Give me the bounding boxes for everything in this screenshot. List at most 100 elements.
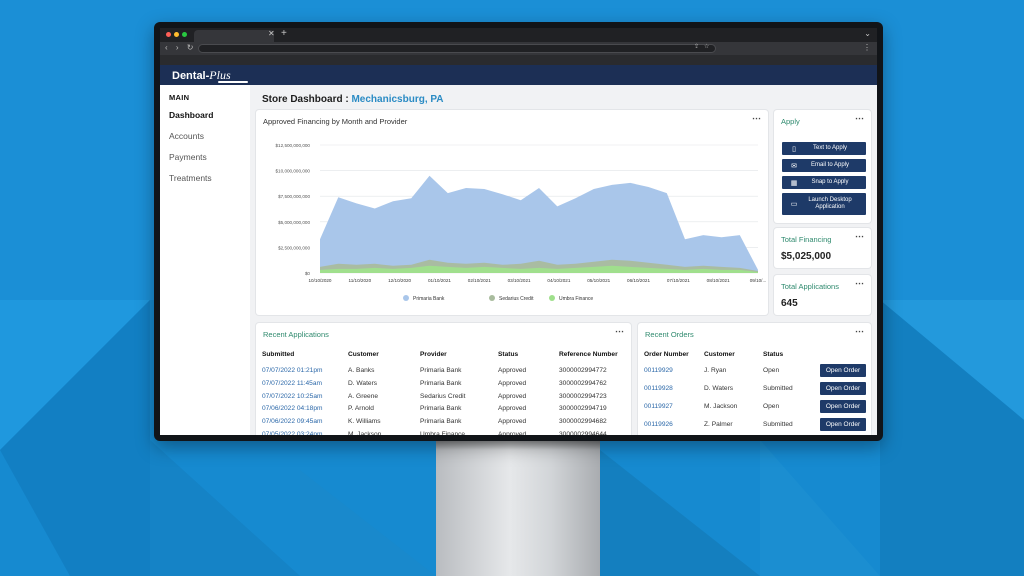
provider-cell: Primaria Bank bbox=[420, 379, 462, 387]
order-customer-cell: M. Jackson bbox=[704, 403, 738, 410]
submitted-cell[interactable]: 07/06/2022 09:45am bbox=[262, 418, 323, 425]
status-cell: Approved bbox=[498, 431, 527, 435]
x-tick-label: 01/10/2021 bbox=[428, 278, 451, 283]
column-header-provider[interactable]: Provider bbox=[420, 351, 447, 358]
sidebar-item-accounts[interactable]: Accounts bbox=[169, 131, 204, 141]
legend-label[interactable]: Primaria Bank bbox=[413, 296, 445, 302]
open-order-button[interactable]: Open Order bbox=[820, 418, 866, 431]
apply-title: Apply bbox=[781, 117, 800, 126]
status-cell: Approved bbox=[498, 418, 527, 426]
address-bar[interactable] bbox=[198, 44, 716, 53]
launch-desktop-line2: Application bbox=[815, 204, 845, 210]
open-order-button[interactable]: Open Order bbox=[820, 364, 866, 377]
recent-orders-more-icon[interactable]: ⋯ bbox=[855, 326, 864, 337]
sidebar-item-dashboard[interactable]: Dashboard bbox=[169, 110, 213, 120]
y-tick-label: $0 bbox=[305, 271, 311, 276]
submitted-cell[interactable]: 07/07/2022 01:21pm bbox=[262, 367, 323, 374]
legend-swatch[interactable] bbox=[549, 295, 555, 301]
launch-desktop-label: Launch Desktop Application bbox=[800, 197, 866, 211]
provider-cell: Sedarius Credit bbox=[420, 392, 466, 400]
sidebar-item-treatments[interactable]: Treatments bbox=[169, 173, 212, 183]
navigation-icons[interactable]: ‹ › ↻ bbox=[165, 43, 196, 52]
area-chart: $12,500,000,000 $10,000,000,000 $7,500,000… bbox=[276, 143, 767, 302]
x-tick-label: 03/10/2021 bbox=[508, 278, 531, 283]
provider-cell: Umbra Finance bbox=[420, 431, 466, 435]
tab-close-icon[interactable]: ✕ bbox=[268, 29, 275, 38]
bookmark-icons[interactable]: ⇪☆ bbox=[694, 43, 714, 50]
submitted-cell[interactable]: 07/07/2022 11:45am bbox=[262, 380, 322, 387]
series-area-primaria-bank[interactable] bbox=[320, 175, 758, 273]
tab-search-icon[interactable]: ⌄ bbox=[864, 29, 871, 38]
maximize-dot-icon[interactable] bbox=[182, 32, 187, 37]
total-financing-card: Total Financing ⋯ $5,025,000 bbox=[774, 228, 871, 268]
browser-tab[interactable] bbox=[194, 30, 274, 42]
reference-number-cell: 3000002994682 bbox=[559, 418, 607, 426]
order-status-cell: Open bbox=[763, 403, 780, 410]
total-financing-value: $5,025,000 bbox=[781, 251, 832, 262]
stand-shadow bbox=[436, 440, 600, 450]
y-tick-label: $5,000,000,000 bbox=[278, 220, 310, 225]
y-tick-label: $2,500,000,000 bbox=[278, 245, 310, 250]
y-tick-label: $12,500,000,000 bbox=[276, 143, 311, 148]
legend-swatch[interactable] bbox=[489, 295, 495, 301]
browser-menu-icon[interactable]: ⋮ bbox=[863, 43, 871, 52]
total-applications-card: Total Applications ⋯ 645 bbox=[774, 275, 871, 315]
x-tick-label: 10/10/2020 bbox=[309, 278, 332, 283]
legend-label[interactable]: Umbra Finance bbox=[559, 296, 593, 302]
app-header: Dental-Plus bbox=[160, 65, 877, 85]
column-header-status[interactable]: Status bbox=[498, 351, 518, 358]
customer-cell: D. Waters bbox=[348, 379, 378, 387]
reference-number-cell: 3000002994772 bbox=[559, 367, 607, 374]
status-cell: Approved bbox=[498, 367, 527, 374]
launch-desktop-application-button[interactable]: ▭ Launch Desktop Application bbox=[782, 193, 866, 215]
column-header-reference-number[interactable]: Reference Number bbox=[559, 351, 618, 358]
total-financing-more-icon[interactable]: ⋯ bbox=[855, 231, 864, 242]
sidebar-item-payments[interactable]: Payments bbox=[169, 152, 207, 162]
apply-more-icon[interactable]: ⋯ bbox=[855, 113, 864, 124]
y-tick-label: $7,500,000,000 bbox=[278, 194, 310, 199]
minimize-dot-icon[interactable] bbox=[174, 32, 179, 37]
order-status-cell: Submitted bbox=[763, 385, 793, 392]
browser-tab-strip: ✕ + ⌄ bbox=[160, 28, 877, 42]
open-order-button[interactable]: Open Order bbox=[820, 382, 866, 395]
legend-swatch[interactable] bbox=[403, 295, 409, 301]
x-tick-label: 02/10/2021 bbox=[468, 278, 491, 283]
open-order-button[interactable]: Open Order bbox=[820, 400, 866, 413]
order-number-cell[interactable]: 00119927 bbox=[644, 403, 673, 410]
column-header-customer[interactable]: Customer bbox=[348, 351, 379, 358]
snap-to-apply-button[interactable]: ▦ Snap to Apply bbox=[782, 176, 866, 189]
new-tab-icon[interactable]: + bbox=[281, 28, 287, 39]
window-controls[interactable] bbox=[166, 32, 187, 37]
recent-applications-more-icon[interactable]: ⋯ bbox=[615, 326, 624, 337]
submitted-cell[interactable]: 07/06/2022 04:18pm bbox=[262, 405, 323, 412]
financing-chart-card: Approved Financing by Month and Provider… bbox=[256, 110, 768, 315]
x-tick-label: 04/10/2021 bbox=[547, 278, 570, 283]
order-number-cell[interactable]: 00119926 bbox=[644, 421, 673, 428]
order-number-cell[interactable]: 00119929 bbox=[644, 367, 673, 374]
order-number-cell[interactable]: 00119928 bbox=[644, 385, 673, 392]
submitted-cell[interactable]: 07/05/2022 03:24pm bbox=[262, 431, 323, 435]
legend-label[interactable]: Sedarius Credit bbox=[499, 296, 534, 302]
order-status-cell: Open bbox=[763, 367, 780, 374]
column-header-order-status[interactable]: Status bbox=[763, 351, 783, 358]
customer-cell: K. Williams bbox=[348, 418, 381, 426]
reference-number-cell: 3000002994762 bbox=[559, 379, 607, 387]
column-header-order-customer[interactable]: Customer bbox=[704, 351, 735, 358]
email-to-apply-button[interactable]: ✉ Email to Apply bbox=[782, 159, 866, 172]
column-header-submitted[interactable]: Submitted bbox=[262, 351, 294, 358]
x-tick-label: 08/10/2021 bbox=[707, 278, 730, 283]
text-to-apply-button[interactable]: ▯ Text to Apply bbox=[782, 142, 866, 155]
provider-cell: Primaria Bank bbox=[420, 405, 462, 413]
x-tick-label: 09/10/... bbox=[750, 278, 767, 283]
store-location[interactable]: Mechanicsburg, PA bbox=[351, 94, 443, 105]
monitor-stand bbox=[436, 440, 600, 576]
column-header-order-number[interactable]: Order Number bbox=[644, 351, 689, 358]
logo-underline bbox=[218, 81, 248, 83]
x-tick-label: 06/10/2021 bbox=[627, 278, 650, 283]
x-tick-label: 12/10/2020 bbox=[388, 278, 411, 283]
page-title: Store Dashboard : Mechanicsburg, PA bbox=[262, 94, 444, 105]
total-applications-value: 645 bbox=[781, 298, 798, 309]
close-dot-icon[interactable] bbox=[166, 32, 171, 37]
total-applications-more-icon[interactable]: ⋯ bbox=[855, 278, 864, 289]
submitted-cell[interactable]: 07/07/2022 10:25am bbox=[262, 393, 323, 400]
